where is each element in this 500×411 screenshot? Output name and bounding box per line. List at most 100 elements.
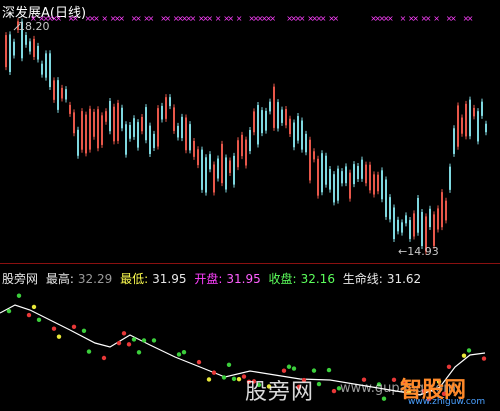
candle-body (49, 53, 51, 88)
indicator-dot (31, 304, 37, 310)
indicator-dot (36, 317, 42, 323)
candle-body (229, 160, 231, 173)
candle-body (137, 122, 139, 148)
candle-body (313, 151, 315, 160)
high-value: 32.29 (77, 272, 113, 286)
candle-body (93, 111, 95, 137)
candle-body (45, 53, 47, 78)
indicator-dot (56, 334, 62, 339)
candle-body (485, 123, 487, 133)
indicator-dot (326, 367, 332, 373)
signal-x-mark: × (400, 14, 407, 23)
candle-body (277, 102, 279, 129)
candle-body (349, 172, 351, 199)
signal-x-mark: × (93, 14, 100, 23)
indicator-dot (86, 349, 92, 354)
candle-body (329, 168, 331, 190)
candle-body (257, 105, 259, 145)
candle-body (285, 109, 287, 126)
indicator-dot (331, 388, 337, 394)
indicator-dot (116, 340, 122, 346)
candle-body (209, 154, 211, 170)
indicator-dot (461, 353, 467, 358)
candle-body (57, 80, 59, 110)
candle-body (237, 140, 239, 168)
candle-body (169, 97, 171, 107)
candle-body (441, 192, 443, 228)
candle-body (465, 103, 467, 137)
indicator-dot (211, 370, 217, 375)
candle-body (121, 107, 123, 129)
candle-body (409, 220, 411, 239)
indicator-dot (481, 356, 487, 361)
candle-body (113, 106, 115, 142)
indicator-dot (286, 364, 292, 369)
candle-body (149, 125, 151, 155)
candle-body (337, 168, 339, 201)
candle-body (29, 41, 31, 52)
candle-body (421, 211, 423, 247)
candle-body (81, 111, 83, 150)
high-label: 最高: (45, 272, 74, 286)
candle-body (37, 45, 39, 60)
candle-body (53, 80, 55, 100)
candle-body (309, 139, 311, 181)
indicator-dot (126, 342, 132, 347)
candle-body (33, 38, 35, 57)
candle-body (13, 41, 15, 56)
signal-x-mark: × (299, 14, 306, 23)
signal-x-mark: × (148, 14, 155, 23)
signal-x-mark: × (332, 14, 339, 23)
candle-body (437, 208, 439, 230)
indicator-dot (6, 308, 12, 314)
candle-body (109, 101, 111, 132)
candle-body (289, 118, 291, 135)
candle-body (429, 208, 431, 228)
candle-body (469, 99, 471, 137)
candle-body (413, 213, 415, 237)
candle-body (141, 116, 143, 132)
indicator-dot (26, 312, 32, 318)
candle-body (345, 166, 347, 184)
candle-body (393, 207, 395, 240)
candle-body (373, 174, 375, 195)
candle-body (105, 111, 107, 122)
candle-body (69, 104, 71, 114)
candle-body (321, 153, 323, 193)
candle-body (217, 158, 219, 179)
candle-body (189, 124, 191, 151)
signal-x-mark: × (118, 14, 125, 23)
indicator-dot (206, 377, 212, 382)
indicator-dot (231, 376, 237, 382)
indicator-dot (311, 368, 317, 373)
signal-x-mark: × (236, 14, 243, 23)
price-candlestick-chart[interactable]: × ××××× ×× ××× × ××× ×× ×× ×× ××××× ××× × ×× × ×××××× ×… (0, 0, 500, 262)
candle-body (173, 107, 175, 131)
candle-body (201, 149, 203, 190)
indicator-dot (51, 326, 57, 331)
indicator-dot (131, 337, 137, 342)
signal-x-mark: × (72, 14, 79, 23)
indicator-dot (101, 355, 107, 361)
indicator-dot (291, 366, 297, 371)
candle-body (265, 110, 267, 131)
indicator-dot (136, 350, 142, 355)
candle-body (25, 34, 27, 45)
signal-x-mark: × (412, 14, 419, 23)
candle-body (193, 140, 195, 157)
candle-body (77, 129, 79, 156)
candle-body (153, 133, 155, 148)
candle-body (73, 112, 75, 134)
candle-body (401, 222, 403, 233)
candle-body (197, 149, 199, 166)
candle-body (65, 89, 67, 100)
candle-body (85, 114, 87, 154)
low-price-label: ←14.93 (398, 245, 439, 258)
candle-body (221, 143, 223, 184)
signal-x-mark: × (320, 14, 327, 23)
candle-body (281, 109, 283, 123)
signal-x-mark: × (227, 14, 234, 23)
candle-body (301, 120, 303, 150)
high-price-label: 18.20 (18, 20, 50, 33)
candle-body (177, 125, 179, 138)
